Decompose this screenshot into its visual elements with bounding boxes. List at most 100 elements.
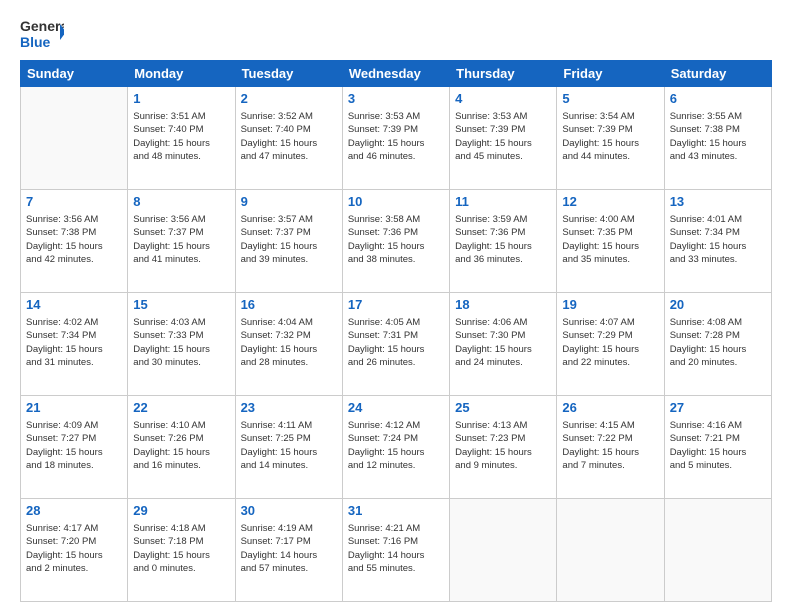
day-info: Sunrise: 3:56 AM Sunset: 7:37 PM Dayligh… [133,213,229,266]
weekday-thursday: Thursday [450,61,557,87]
calendar-cell: 15 Sunrise: 4:03 AM Sunset: 7:33 PM Dayli… [128,293,235,396]
day-info: Sunrise: 4:17 AM Sunset: 7:20 PM Dayligh… [26,522,122,575]
day-number: 1 [133,90,229,108]
day-info: Sunrise: 3:57 AM Sunset: 7:37 PM Dayligh… [241,213,337,266]
calendar-cell: 28 Sunrise: 4:17 AM Sunset: 7:20 PM Dayli… [21,499,128,602]
calendar-body: 1Sunrise: 3:51 AM Sunset: 7:40 PM Daylig… [21,87,772,602]
day-info: Sunrise: 3:52 AM Sunset: 7:40 PM Dayligh… [241,110,337,163]
day-number: 29 [133,502,229,520]
weekday-header-row: SundayMondayTuesdayWednesdayThursdayFrid… [21,61,772,87]
day-number: 10 [348,193,444,211]
calendar-cell: 31 Sunrise: 4:21 AM Sunset: 7:16 PM Dayli… [342,499,449,602]
day-number: 11 [455,193,551,211]
day-number: 21 [26,399,122,417]
calendar-cell: 7 Sunrise: 3:56 AM Sunset: 7:38 PM Daylig… [21,190,128,293]
day-info: Sunrise: 4:01 AM Sunset: 7:34 PM Dayligh… [670,213,766,266]
day-number: 20 [670,296,766,314]
calendar-cell: 12 Sunrise: 4:00 AM Sunset: 7:35 PM Dayli… [557,190,664,293]
day-number: 23 [241,399,337,417]
day-number: 4 [455,90,551,108]
day-info: Sunrise: 3:53 AM Sunset: 7:39 PM Dayligh… [348,110,444,163]
day-info: Sunrise: 4:04 AM Sunset: 7:32 PM Dayligh… [241,316,337,369]
day-info: Sunrise: 4:09 AM Sunset: 7:27 PM Dayligh… [26,419,122,472]
calendar-cell: 19Sunrise: 4:07 AM Sunset: 7:29 PM Dayli… [557,293,664,396]
calendar-cell [21,87,128,190]
day-info: Sunrise: 4:12 AM Sunset: 7:24 PM Dayligh… [348,419,444,472]
day-number: 17 [348,296,444,314]
calendar-cell: 10 Sunrise: 3:58 AM Sunset: 7:36 PM Dayli… [342,190,449,293]
weekday-wednesday: Wednesday [342,61,449,87]
day-number: 24 [348,399,444,417]
calendar-cell: 6Sunrise: 3:55 AM Sunset: 7:38 PM Daylig… [664,87,771,190]
day-number: 18 [455,296,551,314]
day-number: 27 [670,399,766,417]
day-info: Sunrise: 4:16 AM Sunset: 7:21 PM Dayligh… [670,419,766,472]
calendar-cell: 27 Sunrise: 4:16 AM Sunset: 7:21 PM Dayli… [664,396,771,499]
calendar-cell: 16 Sunrise: 4:04 AM Sunset: 7:32 PM Dayli… [235,293,342,396]
calendar-header: SundayMondayTuesdayWednesdayThursdayFrid… [21,61,772,87]
calendar-cell [557,499,664,602]
calendar-cell: 25Sunrise: 4:13 AM Sunset: 7:23 PM Dayli… [450,396,557,499]
day-info: Sunrise: 3:55 AM Sunset: 7:38 PM Dayligh… [670,110,766,163]
calendar-week-2: 7 Sunrise: 3:56 AM Sunset: 7:38 PM Daylig… [21,190,772,293]
calendar-cell: 5 Sunrise: 3:54 AM Sunset: 7:39 PM Daylig… [557,87,664,190]
day-info: Sunrise: 3:54 AM Sunset: 7:39 PM Dayligh… [562,110,658,163]
weekday-monday: Monday [128,61,235,87]
day-info: Sunrise: 3:53 AM Sunset: 7:39 PM Dayligh… [455,110,551,163]
calendar-week-3: 14 Sunrise: 4:02 AM Sunset: 7:34 PM Dayli… [21,293,772,396]
logo: General Blue [20,16,64,52]
calendar-cell: 2 Sunrise: 3:52 AM Sunset: 7:40 PM Daylig… [235,87,342,190]
calendar-cell: 13Sunrise: 4:01 AM Sunset: 7:34 PM Dayli… [664,190,771,293]
calendar-cell: 21 Sunrise: 4:09 AM Sunset: 7:27 PM Dayli… [21,396,128,499]
day-number: 26 [562,399,658,417]
day-number: 14 [26,296,122,314]
day-info: Sunrise: 4:10 AM Sunset: 7:26 PM Dayligh… [133,419,229,472]
day-number: 3 [348,90,444,108]
day-number: 31 [348,502,444,520]
weekday-tuesday: Tuesday [235,61,342,87]
weekday-sunday: Sunday [21,61,128,87]
calendar-week-1: 1Sunrise: 3:51 AM Sunset: 7:40 PM Daylig… [21,87,772,190]
day-info: Sunrise: 3:58 AM Sunset: 7:36 PM Dayligh… [348,213,444,266]
calendar-week-5: 28 Sunrise: 4:17 AM Sunset: 7:20 PM Dayli… [21,499,772,602]
calendar-cell: 8 Sunrise: 3:56 AM Sunset: 7:37 PM Daylig… [128,190,235,293]
day-number: 2 [241,90,337,108]
day-info: Sunrise: 4:00 AM Sunset: 7:35 PM Dayligh… [562,213,658,266]
day-number: 16 [241,296,337,314]
day-number: 12 [562,193,658,211]
calendar-cell: 18 Sunrise: 4:06 AM Sunset: 7:30 PM Dayli… [450,293,557,396]
day-info: Sunrise: 4:21 AM Sunset: 7:16 PM Dayligh… [348,522,444,575]
day-number: 7 [26,193,122,211]
day-info: Sunrise: 4:03 AM Sunset: 7:33 PM Dayligh… [133,316,229,369]
calendar-week-4: 21 Sunrise: 4:09 AM Sunset: 7:27 PM Dayli… [21,396,772,499]
day-info: Sunrise: 4:13 AM Sunset: 7:23 PM Dayligh… [455,419,551,472]
day-info: Sunrise: 4:11 AM Sunset: 7:25 PM Dayligh… [241,419,337,472]
calendar-cell [664,499,771,602]
page: General Blue SundayMondayTuesdayWednesda… [0,0,792,612]
calendar-cell: 26 Sunrise: 4:15 AM Sunset: 7:22 PM Dayli… [557,396,664,499]
calendar-table: SundayMondayTuesdayWednesdayThursdayFrid… [20,60,772,602]
weekday-friday: Friday [557,61,664,87]
calendar-cell: 24 Sunrise: 4:12 AM Sunset: 7:24 PM Dayli… [342,396,449,499]
day-info: Sunrise: 4:19 AM Sunset: 7:17 PM Dayligh… [241,522,337,575]
svg-text:General: General [20,18,64,34]
day-number: 8 [133,193,229,211]
day-info: Sunrise: 4:05 AM Sunset: 7:31 PM Dayligh… [348,316,444,369]
calendar-cell: 22Sunrise: 4:10 AM Sunset: 7:26 PM Dayli… [128,396,235,499]
day-info: Sunrise: 4:06 AM Sunset: 7:30 PM Dayligh… [455,316,551,369]
calendar-cell: 23 Sunrise: 4:11 AM Sunset: 7:25 PM Dayli… [235,396,342,499]
calendar-cell: 4 Sunrise: 3:53 AM Sunset: 7:39 PM Daylig… [450,87,557,190]
calendar-cell: 17 Sunrise: 4:05 AM Sunset: 7:31 PM Dayli… [342,293,449,396]
logo-svg: General Blue [20,16,64,52]
day-info: Sunrise: 4:02 AM Sunset: 7:34 PM Dayligh… [26,316,122,369]
day-info: Sunrise: 4:15 AM Sunset: 7:22 PM Dayligh… [562,419,658,472]
day-info: Sunrise: 3:59 AM Sunset: 7:36 PM Dayligh… [455,213,551,266]
day-number: 9 [241,193,337,211]
day-number: 15 [133,296,229,314]
calendar-cell: 9 Sunrise: 3:57 AM Sunset: 7:37 PM Daylig… [235,190,342,293]
calendar-cell: 20Sunrise: 4:08 AM Sunset: 7:28 PM Dayli… [664,293,771,396]
day-info: Sunrise: 3:56 AM Sunset: 7:38 PM Dayligh… [26,213,122,266]
weekday-saturday: Saturday [664,61,771,87]
day-number: 28 [26,502,122,520]
day-number: 5 [562,90,658,108]
